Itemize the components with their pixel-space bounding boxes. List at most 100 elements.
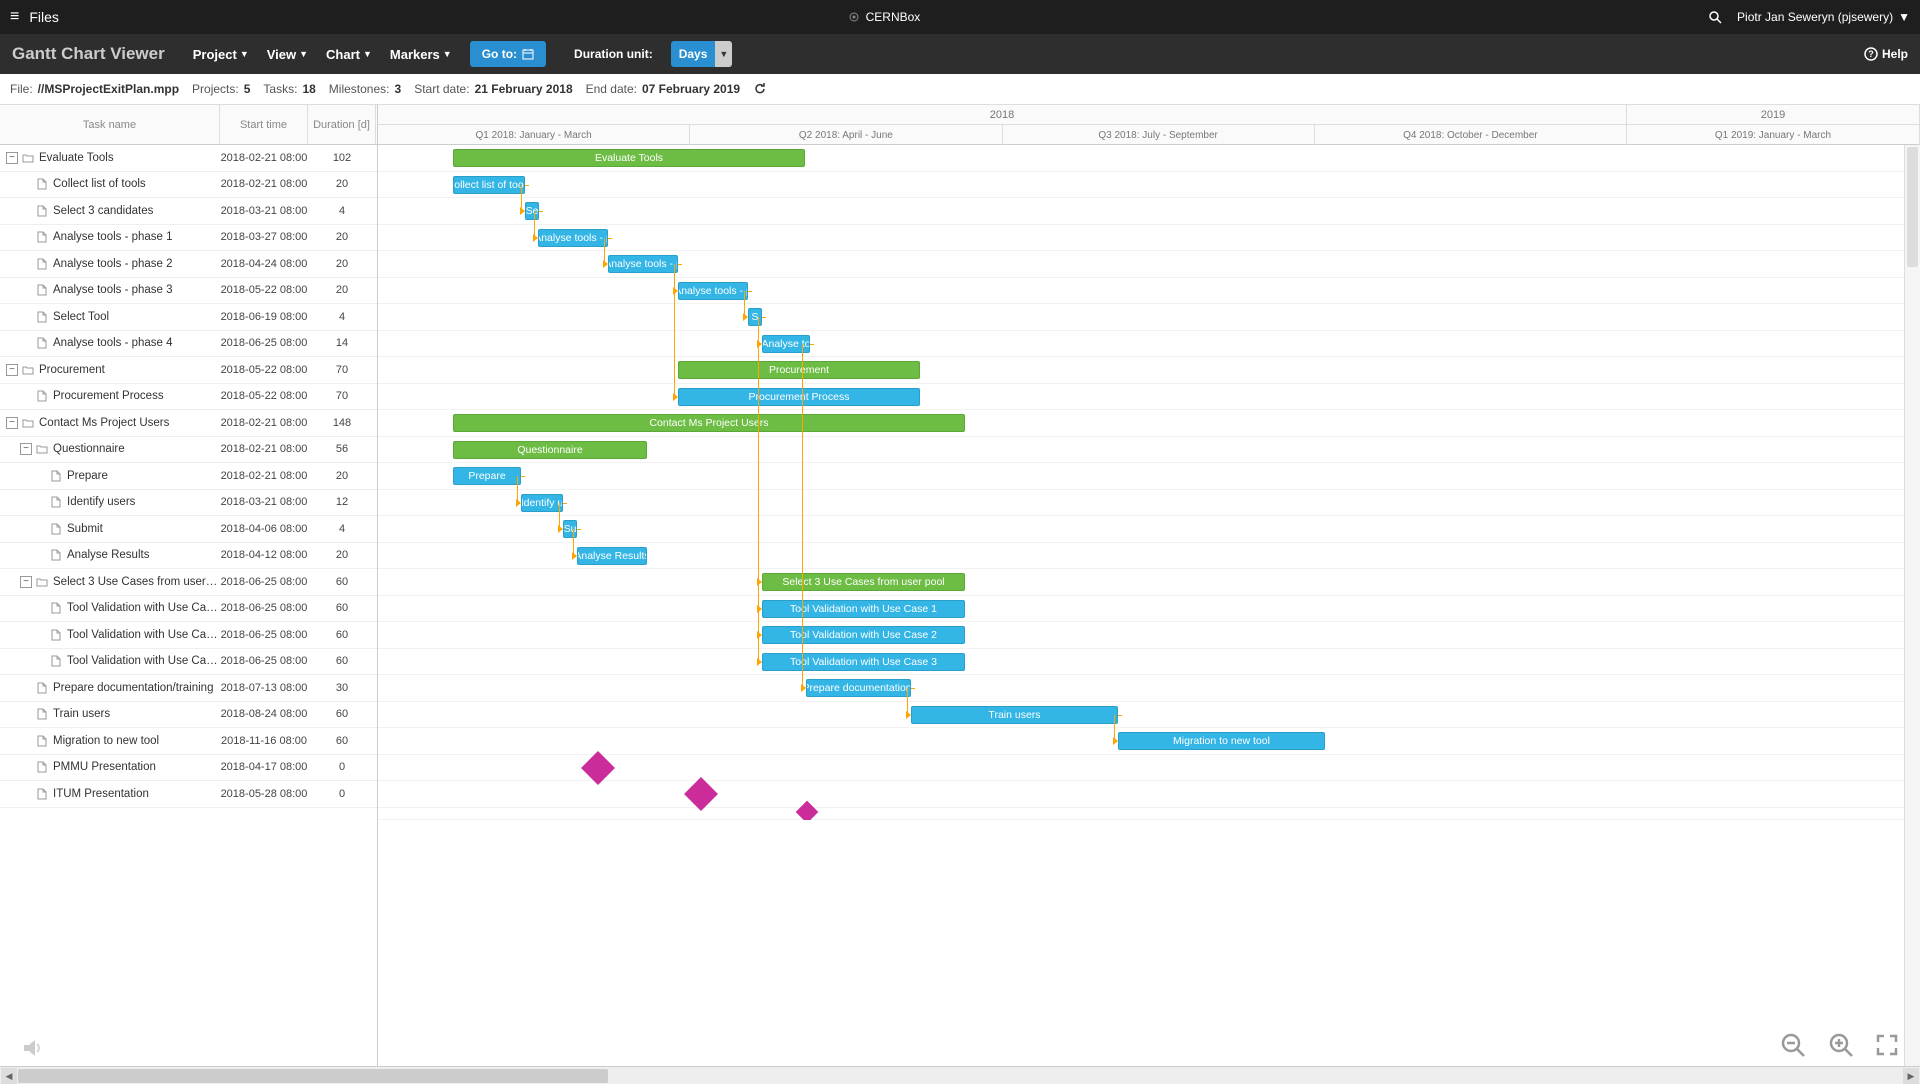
collapse-icon[interactable]: − xyxy=(20,443,32,455)
file-value: //MSProjectExitPlan.mpp xyxy=(38,82,179,96)
task-row[interactable]: Train users2018-08-24 08:0060 xyxy=(0,702,377,729)
gantt-task-bar[interactable]: Identify u xyxy=(521,494,563,512)
task-row[interactable]: Tool Validation with Use Case 22018-06-2… xyxy=(0,622,377,649)
task-duration-cell: 56 xyxy=(308,443,376,455)
gantt-row: Procurement xyxy=(378,357,1920,384)
task-name-label: ITUM Presentation xyxy=(53,788,149,800)
gantt-summary-bar[interactable]: Questionnaire xyxy=(453,441,647,459)
task-start-cell: 2018-05-22 08:00 xyxy=(220,364,308,376)
zoom-out-icon[interactable] xyxy=(1780,1032,1806,1058)
hamburger-icon[interactable]: ≡ xyxy=(10,8,19,26)
task-name-label: Submit xyxy=(67,523,103,535)
task-row[interactable]: Select 3 candidates2018-03-21 08:004 xyxy=(0,198,377,225)
task-row[interactable]: −Evaluate Tools2018-02-21 08:00102 xyxy=(0,145,377,172)
task-row[interactable]: Analyse Results2018-04-12 08:0020 xyxy=(0,543,377,570)
col-header-duration[interactable]: Duration [d] xyxy=(308,105,376,144)
gantt-task-bar[interactable]: Prepare xyxy=(453,467,521,485)
scroll-right-arrow[interactable]: ▶ xyxy=(1903,1068,1919,1084)
menu-markers[interactable]: Markers▼ xyxy=(390,47,452,62)
menu-project[interactable]: Project▼ xyxy=(193,47,249,62)
task-name-label: Procurement xyxy=(39,364,105,376)
search-icon[interactable] xyxy=(1708,10,1722,24)
task-row[interactable]: Identify users2018-03-21 08:0012 xyxy=(0,490,377,517)
gantt-task-bar[interactable]: Migration to new tool xyxy=(1118,732,1325,750)
collapse-icon[interactable]: − xyxy=(6,152,18,164)
task-row[interactable]: PMMU Presentation2018-04-17 08:000 xyxy=(0,755,377,782)
task-row[interactable]: Analyse tools - phase 12018-03-27 08:002… xyxy=(0,225,377,252)
gantt-task-bar[interactable]: Analyse tools - p xyxy=(678,282,748,300)
horizontal-scrollbar[interactable]: ◀ ▶ xyxy=(0,1066,1920,1084)
task-duration-cell: 70 xyxy=(308,364,376,376)
task-start-cell: 2018-07-13 08:00 xyxy=(220,682,308,694)
duration-unit-dropdown[interactable]: ▼ xyxy=(715,41,732,67)
file-icon xyxy=(50,655,62,667)
task-row[interactable]: Analyse tools - phase 22018-04-24 08:002… xyxy=(0,251,377,278)
duration-unit-select[interactable]: Days xyxy=(671,41,716,67)
task-row[interactable]: Prepare2018-02-21 08:0020 xyxy=(0,463,377,490)
fullscreen-icon[interactable] xyxy=(1876,1034,1898,1056)
gantt-task-bar[interactable]: Analyse to xyxy=(762,335,810,353)
gantt-body[interactable]: Evaluate Tools Collect list of toolsSe Ana… xyxy=(378,145,1920,820)
gantt-task-bar[interactable]: Analyse Results xyxy=(577,547,647,565)
gantt-summary-bar[interactable]: Select 3 Use Cases from user pool xyxy=(762,573,965,591)
task-row[interactable]: Select Tool2018-06-19 08:004 xyxy=(0,304,377,331)
collapse-icon[interactable]: − xyxy=(6,417,18,429)
scrollbar-thumb[interactable] xyxy=(1907,147,1918,267)
col-header-name[interactable]: Task name xyxy=(0,105,220,144)
refresh-icon[interactable] xyxy=(753,82,767,96)
gantt-summary-bar[interactable]: Contact Ms Project Users xyxy=(453,414,965,432)
task-row[interactable]: − Procurement 2018-05-22 08:0070 xyxy=(0,357,377,384)
task-row[interactable]: ITUM Presentation2018-05-28 08:000 xyxy=(0,781,377,808)
task-row[interactable]: Submit2018-04-06 08:004 xyxy=(0,516,377,543)
task-row[interactable]: Analyse tools - phase 32018-05-22 08:002… xyxy=(0,278,377,305)
vertical-scrollbar[interactable] xyxy=(1904,145,1920,1066)
gantt-summary-bar[interactable]: Evaluate Tools xyxy=(453,149,805,167)
gantt-task-bar[interactable]: Su xyxy=(563,520,577,538)
collapse-icon[interactable]: − xyxy=(20,576,32,588)
task-row[interactable]: −Questionnaire2018-02-21 08:0056 xyxy=(0,437,377,464)
user-menu[interactable]: Piotr Jan Seweryn (pjsewery) ▼ xyxy=(1737,10,1910,24)
task-row[interactable]: −Select 3 Use Cases from user pool2018-0… xyxy=(0,569,377,596)
task-row[interactable]: Prepare documentation/training2018-07-13… xyxy=(0,675,377,702)
gantt-task-bar[interactable]: Procurement Process xyxy=(678,388,920,406)
year-cell: 2018 xyxy=(378,105,1627,124)
task-duration-cell: 30 xyxy=(308,682,376,694)
gantt-task-bar[interactable]: Train users xyxy=(911,706,1118,724)
collapse-icon[interactable]: − xyxy=(6,364,18,376)
task-row[interactable]: Collect list of tools2018-02-21 08:0020 xyxy=(0,172,377,199)
task-duration-cell: 20 xyxy=(308,178,376,190)
task-duration-cell: 4 xyxy=(308,523,376,535)
zoom-in-icon[interactable] xyxy=(1828,1032,1854,1058)
task-row[interactable]: Tool Validation with Use Case 12018-06-2… xyxy=(0,596,377,623)
task-row[interactable]: −Contact Ms Project Users2018-02-21 08:0… xyxy=(0,410,377,437)
menu-view[interactable]: View▼ xyxy=(267,47,308,62)
menu-chart[interactable]: Chart▼ xyxy=(326,47,372,62)
gantt-summary-bar[interactable]: Procurement xyxy=(678,361,920,379)
task-start-cell: 2018-06-25 08:00 xyxy=(220,602,308,614)
milestone-marker[interactable] xyxy=(684,777,718,811)
col-header-start[interactable]: Start time xyxy=(220,105,308,144)
goto-button[interactable]: Go to: xyxy=(470,41,546,67)
gantt-task-bar[interactable]: Tool Validation with Use Case 3 xyxy=(762,653,965,671)
gantt-task-bar[interactable]: S xyxy=(748,308,762,326)
gantt-row: Prepare documentation/ xyxy=(378,675,1920,702)
task-row[interactable]: Tool Validation with Use Case 32018-06-2… xyxy=(0,649,377,676)
scroll-left-arrow[interactable]: ◀ xyxy=(1,1068,17,1084)
gantt-task-bar[interactable]: Analyse tools - p xyxy=(538,229,608,247)
gantt-task-bar[interactable]: Se xyxy=(525,202,539,220)
scrollbar-thumb-h[interactable] xyxy=(18,1069,608,1083)
gantt-task-bar[interactable]: Tool Validation with Use Case 2 xyxy=(762,626,965,644)
task-row[interactable]: Migration to new tool2018-11-16 08:0060 xyxy=(0,728,377,755)
gantt-task-bar[interactable]: Analyse tools - p xyxy=(608,255,678,273)
milestone-marker[interactable] xyxy=(581,751,615,785)
gantt-task-bar[interactable]: Prepare documentation/ xyxy=(806,679,911,697)
chevron-down-icon: ▼ xyxy=(363,49,372,59)
task-name-label: Identify users xyxy=(67,496,135,508)
files-link[interactable]: Files xyxy=(29,9,59,25)
help-button[interactable]: ? Help xyxy=(1864,47,1908,61)
gantt-task-bar[interactable]: Collect list of tools xyxy=(453,176,525,194)
gantt-task-bar[interactable]: Tool Validation with Use Case 1 xyxy=(762,600,965,618)
chevron-down-icon: ▼ xyxy=(299,49,308,59)
task-row[interactable]: Procurement Process2018-05-22 08:0070 xyxy=(0,384,377,411)
task-row[interactable]: Analyse tools - phase 42018-06-25 08:001… xyxy=(0,331,377,358)
